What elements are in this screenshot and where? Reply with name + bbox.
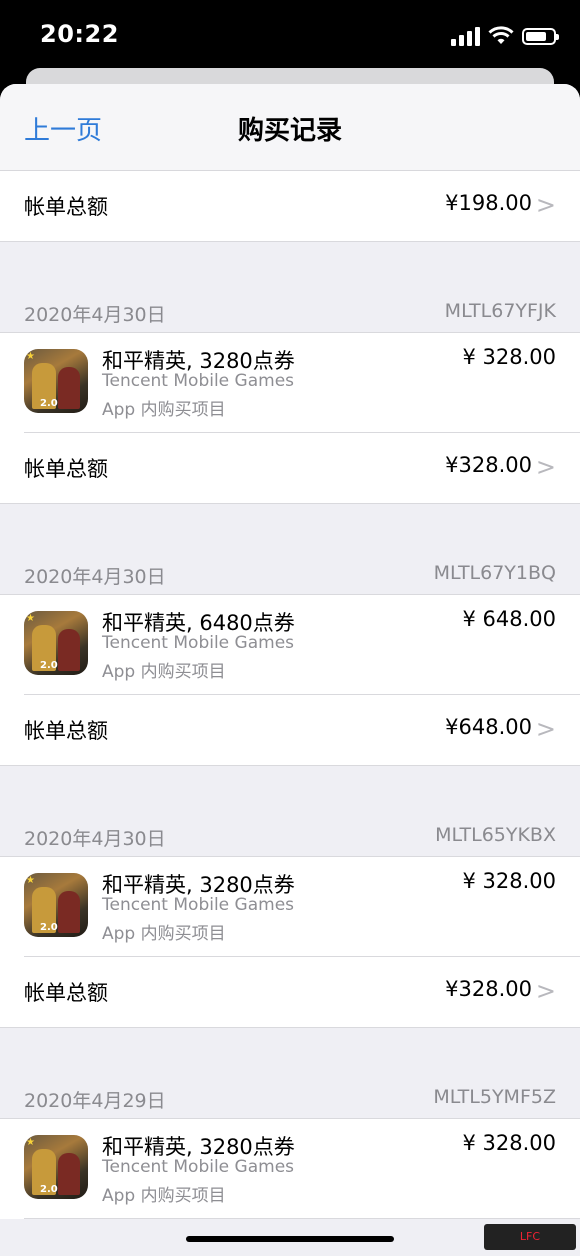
watermark-logo: LFC [484,1224,576,1250]
purchase-list: 帐单总额 ¥198.00 > 2020年4月30日 MLTL67YFJK ★ 2.… [0,171,580,1219]
nav-bar: 上一页 购买记录 [0,84,580,171]
purchase-item[interactable]: ★ 2.0 和平精英, 6480点券 Tencent Mobile Games A… [0,595,580,695]
purchase-item[interactable]: ★ 2.0 和平精英, 3280点券 Tencent Mobile Games A… [0,1119,580,1219]
game-app-icon: ★ 2.0 [24,1135,88,1199]
status-bar: 20:22 [0,0,580,68]
item-price: ¥ 328.00 [462,345,556,369]
order-id: MLTL65YKBX [435,824,556,846]
battery-icon [522,27,559,45]
bill-total-label: 帐单总额 [24,719,108,743]
bill-total-label: 帐单总额 [24,457,108,481]
item-price: ¥ 328.00 [462,1131,556,1155]
game-app-icon: ★ 2.0 [24,349,88,413]
item-developer: Tencent Mobile Games [102,371,295,391]
chevron-right-icon: > [535,715,556,743]
home-indicator[interactable] [186,1236,394,1242]
item-developer: Tencent Mobile Games [102,895,295,915]
section-gap [0,1028,580,1080]
page-title: 购买记录 [237,116,342,146]
order-date: 2020年4月30日 [24,828,166,850]
item-developer: Tencent Mobile Games [102,1157,295,1177]
bill-total-row[interactable]: 帐单总额 ¥328.00 > [0,433,580,504]
order-id: MLTL5YMF5Z [433,1086,556,1108]
bill-total-amount: ¥648.00 [445,715,532,739]
item-type: App 内购买项目 [102,924,226,944]
item-developer: Tencent Mobile Games [102,633,295,653]
item-price: ¥ 328.00 [462,869,556,893]
bill-total-label: 帐单总额 [24,981,108,1005]
order-id: MLTL67YFJK [444,300,556,322]
purchase-item[interactable]: ★ 2.0 和平精英, 3280点券 Tencent Mobile Games A… [0,857,580,957]
bill-total-amount: ¥328.00 [445,977,532,1001]
cellular-signal-icon [451,26,480,46]
game-app-icon: ★ 2.0 [24,873,88,937]
item-type: App 内购买项目 [102,662,226,682]
bill-total-row[interactable]: 帐单总额 ¥198.00 > [0,171,580,242]
section-gap [0,766,580,818]
bill-total-amount: ¥328.00 [445,453,532,477]
order-date: 2020年4月30日 [24,304,166,326]
order-header: 2020年4月30日 MLTL67YFJK [0,294,580,333]
section-gap [0,242,580,294]
bill-total-row[interactable]: 帐单总额 ¥328.00 > [0,957,580,1028]
chevron-right-icon: > [535,453,556,481]
chevron-right-icon: > [535,191,556,219]
bill-total-label: 帐单总额 [24,195,108,219]
section-gap [0,504,580,556]
bill-total-amount: ¥198.00 [445,191,532,215]
order-date: 2020年4月30日 [24,566,166,588]
status-icons [451,24,559,48]
order-header: 2020年4月29日 MLTL5YMF5Z [0,1080,580,1119]
game-app-icon: ★ 2.0 [24,611,88,675]
order-date: 2020年4月29日 [24,1090,166,1112]
order-id: MLTL67Y1BQ [433,562,556,584]
item-type: App 内购买项目 [102,1186,226,1206]
purchase-item[interactable]: ★ 2.0 和平精英, 3280点券 Tencent Mobile Games A… [0,333,580,433]
status-time: 20:22 [40,20,119,48]
bill-total-row[interactable]: 帐单总额 ¥648.00 > [0,695,580,766]
purchase-history-sheet: 上一页 购买记录 帐单总额 ¥198.00 > 2020年4月30日 MLTL6… [0,84,580,1256]
chevron-right-icon: > [535,977,556,1005]
order-header: 2020年4月30日 MLTL65YKBX [0,818,580,857]
wifi-icon [488,26,514,44]
item-type: App 内购买项目 [102,400,226,420]
item-price: ¥ 648.00 [462,607,556,631]
order-header: 2020年4月30日 MLTL67Y1BQ [0,556,580,595]
